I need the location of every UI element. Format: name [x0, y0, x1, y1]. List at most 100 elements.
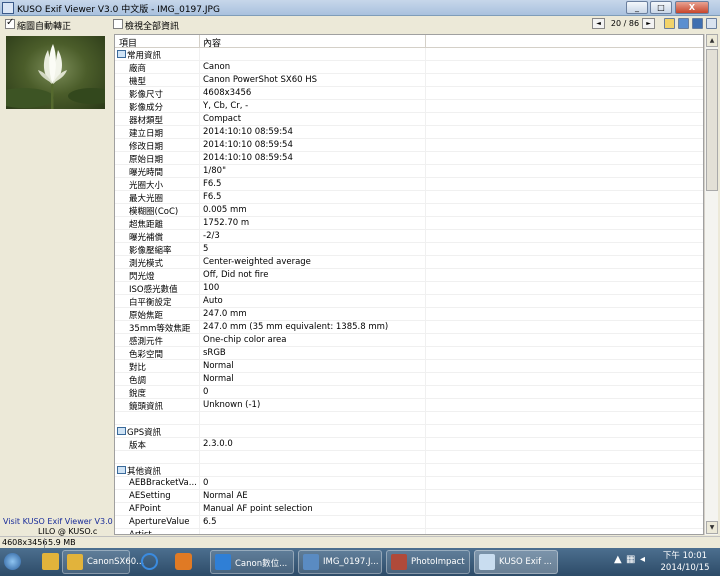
row-value: 1752.70 m	[203, 218, 250, 228]
taskbar-pinned-ie[interactable]	[134, 550, 164, 574]
table-row[interactable]: 白平衡設定 Auto	[115, 295, 703, 308]
table-row[interactable]: 曝光時間 1/80"	[115, 165, 703, 178]
print-icon[interactable]	[706, 18, 717, 29]
volume-icon[interactable]: ◂	[640, 554, 645, 565]
table-row[interactable]: 影像壓縮率 5	[115, 243, 703, 256]
table-row[interactable]: 版本 2.3.0.0	[115, 438, 703, 451]
row-key: 鏡頭資訊	[129, 402, 164, 412]
column-divider	[199, 503, 200, 516]
table-row[interactable]: AESetting Normal AE	[115, 490, 703, 503]
scroll-down-icon[interactable]: ▼	[706, 521, 718, 534]
table-row[interactable]: 色彩空間 sRGB	[115, 347, 703, 360]
taskbar-item-image[interactable]: IMG_0197.J...	[298, 550, 382, 574]
save-icon[interactable]	[678, 18, 689, 29]
page-indicator: 20 / 86	[610, 19, 640, 28]
column-divider	[425, 48, 426, 61]
table-row[interactable]: 超焦距離 1752.70 m	[115, 217, 703, 230]
row-key: 光圈大小	[129, 181, 164, 191]
table-row[interactable]: ISO感光數值 100	[115, 282, 703, 295]
column-divider	[425, 217, 426, 230]
table-row[interactable]: 感測元件 One-chip color area	[115, 334, 703, 347]
row-value: Y, Cb, Cr, -	[203, 101, 249, 111]
taskbar-pinned-media[interactable]	[168, 550, 198, 574]
table-row[interactable]: AFPoint Manual AF point selection	[115, 503, 703, 516]
table-row[interactable]: 35mm等效焦距 247.0 mm (35 mm equivalent: 1385…	[115, 321, 703, 334]
column-divider	[199, 308, 200, 321]
taskbar-item-kuso[interactable]: KUSO Exif ...	[474, 550, 558, 574]
row-key: 曝光時間	[129, 168, 164, 178]
vertical-scrollbar[interactable]: ▲ ▼	[704, 34, 718, 535]
minimize-button[interactable]: _	[626, 1, 648, 14]
show-all-label: 檢視全部資訊	[125, 22, 180, 32]
prev-image-button[interactable]: ◄	[592, 18, 605, 29]
table-row[interactable]: 影像尺寸 4608x3456	[115, 87, 703, 100]
row-key: ApertureValue	[129, 517, 190, 527]
start-button[interactable]	[0, 550, 30, 574]
table-row[interactable]: 原始焦距 247.0 mm	[115, 308, 703, 321]
table-row[interactable]: 器材類型 Compact	[115, 113, 703, 126]
next-image-button[interactable]: ►	[642, 18, 655, 29]
row-value: 2014:10:10 08:59:54	[203, 140, 293, 150]
column-divider	[425, 74, 426, 87]
window-title: KUSO Exif Viewer V3.0 中文版 - IMG_0197.JPG	[17, 5, 220, 15]
author-text: LILO @ KUSO.c	[38, 527, 98, 536]
table-row[interactable]: 閃光燈 Off, Did not fire	[115, 269, 703, 282]
visit-link[interactable]: Visit KUSO Exif Viewer V3.0	[3, 517, 113, 526]
column-divider	[199, 191, 200, 204]
table-row[interactable]: 銳度 0	[115, 386, 703, 399]
section-row[interactable]: 其他資訊	[115, 464, 703, 477]
table-row[interactable]: 最大光圈 F6.5	[115, 191, 703, 204]
taskbar-item-photoimpact[interactable]: PhotoImpact	[386, 550, 470, 574]
table-row[interactable]: 模糊圈(CoC) 0.005 mm	[115, 204, 703, 217]
table-row[interactable]: Artist	[115, 529, 703, 534]
column-divider	[425, 334, 426, 347]
column-divider[interactable]	[199, 35, 200, 48]
table-row[interactable]: AEBBracketVa... 0	[115, 477, 703, 490]
network-icon[interactable]: ▦	[626, 554, 635, 565]
taskbar-item-folder[interactable]: CanonSX60...	[62, 550, 144, 574]
table-row[interactable]: 建立日期 2014:10:10 08:59:54	[115, 126, 703, 139]
expand-tray-icon[interactable]: ▲	[614, 554, 622, 565]
table-row[interactable]	[115, 451, 703, 464]
row-value: 1/80"	[203, 166, 226, 176]
folder-icon[interactable]	[664, 18, 675, 29]
auto-fit-checkbox[interactable]	[5, 17, 15, 29]
table-row[interactable]: 機型 Canon PowerShot SX60 HS	[115, 74, 703, 87]
table-row[interactable]: 對比 Normal	[115, 360, 703, 373]
clock-date: 2014/10/15	[660, 563, 710, 573]
taskbar-pinned-explorer[interactable]	[35, 550, 65, 574]
table-row[interactable]: 廠商 Canon	[115, 61, 703, 74]
copy-icon[interactable]	[692, 18, 703, 29]
section-row[interactable]: 常用資訊	[115, 48, 703, 61]
taskbar-item-ie[interactable]: Canon數位...	[210, 550, 294, 574]
section-row[interactable]: GPS資訊	[115, 425, 703, 438]
table-row[interactable]: 光圈大小 F6.5	[115, 178, 703, 191]
clock[interactable]: 下午 10:01 2014/10/15	[658, 550, 712, 574]
table-row[interactable]: 曝光補償 -2/3	[115, 230, 703, 243]
scroll-up-icon[interactable]: ▲	[706, 34, 718, 47]
table-row[interactable]: 修改日期 2014:10:10 08:59:54	[115, 139, 703, 152]
toolbar: 縮圖自動轉正 檢視全部資訊 ◄ 20 / 86 ►	[0, 16, 720, 32]
close-button[interactable]: X	[675, 1, 709, 14]
status-file-size: 5.9 MB	[48, 538, 76, 547]
column-divider	[199, 425, 200, 438]
image-thumbnail[interactable]	[6, 36, 105, 109]
table-row[interactable]: 色調 Normal	[115, 373, 703, 386]
table-row[interactable]: ApertureValue 6.5	[115, 516, 703, 529]
row-value: 2014:10:10 08:59:54	[203, 127, 293, 137]
table-row[interactable]: 原始日期 2014:10:10 08:59:54	[115, 152, 703, 165]
scroll-thumb[interactable]	[706, 49, 718, 191]
table-row[interactable]: 鏡頭資訊 Unknown (-1)	[115, 399, 703, 412]
table-header: 項目 內容	[115, 35, 703, 49]
table-row[interactable]	[115, 412, 703, 425]
column-divider[interactable]	[425, 35, 426, 48]
column-divider	[425, 373, 426, 386]
maximize-button[interactable]: □	[650, 1, 672, 14]
internet-explorer-icon	[141, 553, 158, 570]
table-body: 常用資訊 廠商 Canon 機型 Canon PowerShot SX60 HS 影像尺寸…	[115, 48, 703, 534]
show-all-checkbox[interactable]	[113, 19, 123, 29]
table-row[interactable]: 測光模式 Center-weighted average	[115, 256, 703, 269]
table-row[interactable]: 影像成分 Y, Cb, Cr, -	[115, 100, 703, 113]
column-divider	[199, 334, 200, 347]
column-divider	[425, 100, 426, 113]
